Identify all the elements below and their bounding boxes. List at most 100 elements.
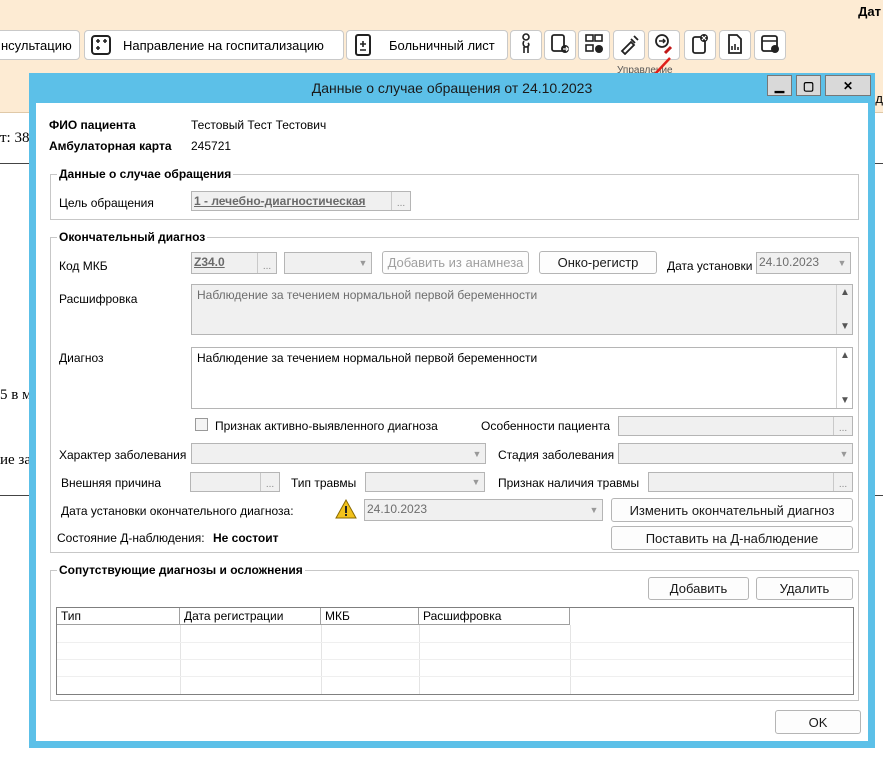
purpose-field[interactable]: 1 - лечебно-диагностическая ... (191, 191, 411, 211)
final-diagnosis-legend: Окончательный диагноз (57, 230, 208, 244)
disease-stage-label: Стадия заболевания (498, 448, 615, 462)
decode-textarea[interactable]: Наблюдение за течением нормальной первой… (191, 284, 853, 335)
install-date-label: Дата установки (667, 259, 753, 273)
mkb-extra-dropdown[interactable]: ▼ (284, 252, 372, 274)
bg-right-char: д (875, 91, 883, 106)
app-toolbar: нсультацию Направление на госпитализацию… (0, 27, 883, 77)
column-header[interactable]: Тип (57, 608, 180, 625)
card-label: Амбулаторная карта (49, 139, 172, 153)
diagnosis-textarea[interactable]: Наблюдение за течением нормальной первой… (191, 347, 853, 409)
purpose-ellipsis-icon[interactable]: ... (391, 192, 410, 210)
network-button[interactable] (578, 30, 610, 60)
decode-label: Расшифровка (59, 292, 138, 306)
dialog-title[interactable]: Данные о случае обращения от 24.10.2023 (29, 73, 875, 103)
add-from-anamnesis-button[interactable]: Добавить из анамнеза (382, 251, 529, 274)
chevron-down-icon: ▼ (472, 448, 482, 459)
injury-type-label: Тип травмы (291, 476, 357, 490)
chevron-down-icon: ▼ (839, 448, 849, 459)
hospital-referral-icon (89, 33, 113, 57)
change-final-diagnosis-button[interactable]: Изменить окончательный диагноз (611, 498, 853, 522)
diagnosis-value: Наблюдение за течением нормальной первой… (197, 351, 538, 365)
list-settings-icon (760, 33, 780, 58)
report-button[interactable] (719, 30, 751, 60)
external-cause-field[interactable]: ... (190, 472, 280, 492)
document-export-button[interactable] (544, 30, 576, 60)
column-header[interactable]: Дата регистрации (180, 608, 321, 625)
add-button[interactable]: Добавить (648, 577, 749, 600)
final-date-field[interactable]: 24.10.2023 ▼ (364, 499, 603, 521)
bg-text-3: ие за (0, 452, 32, 468)
document-cancel-icon (690, 33, 710, 58)
decode-scrollbar[interactable]: ▲ ▼ (836, 285, 852, 334)
onko-register-button[interactable]: Онко-регистр (539, 251, 657, 274)
hospitalization-button[interactable]: Направление на госпитализацию (84, 30, 344, 60)
scroll-up-icon[interactable]: ▲ (837, 350, 853, 361)
disease-character-dropdown[interactable]: ▼ (191, 443, 486, 464)
hospitalization-button-label: Направление на госпитализацию (123, 37, 324, 53)
mkb-field[interactable]: Z34.0 ... (191, 252, 277, 274)
concomitant-legend: Сопутствующие диагнозы и осложнения (57, 563, 305, 577)
d-state-value: Не состоит (213, 531, 279, 545)
column-header[interactable]: Расшифровка (419, 608, 570, 625)
active-sign-label: Признак активно-выявленного диагноза (215, 419, 438, 433)
concomitant-table[interactable]: Тип Дата регистрации МКБ Расшифровка (56, 607, 854, 695)
install-date-field[interactable]: 24.10.2023 ▼ (756, 252, 851, 274)
bg-text-2: 5 в м (0, 387, 32, 403)
chevron-down-icon: ▼ (358, 258, 368, 268)
grid-line (57, 676, 853, 677)
diagnosis-scrollbar[interactable]: ▲ ▼ (836, 348, 852, 408)
chevron-down-icon: ▼ (589, 505, 599, 515)
warning-icon (335, 498, 357, 522)
network-icon (584, 33, 604, 58)
fio-label: ФИО пациента (49, 118, 136, 132)
case-data-legend: Данные о случае обращения (57, 167, 234, 181)
scroll-down-icon[interactable]: ▼ (837, 395, 853, 406)
final-diagnosis-section: Окончательный диагноз Код МКБ Z34.0 ... … (50, 230, 859, 553)
case-dialog: Данные о случае обращения от 24.10.2023 … (29, 73, 875, 748)
scroll-down-icon[interactable]: ▼ (837, 321, 853, 332)
disease-stage-dropdown[interactable]: ▼ (618, 443, 853, 464)
active-sign-checkbox[interactable] (195, 418, 208, 431)
injury-sign-ellipsis-icon[interactable]: ... (833, 473, 852, 491)
injury-type-dropdown[interactable]: ▼ (365, 472, 485, 492)
card-value: 245721 (191, 139, 232, 153)
external-cause-ellipsis-icon[interactable]: ... (260, 473, 279, 491)
put-d-observation-button[interactable]: Поставить на Д-наблюдение (611, 526, 853, 550)
cancel-document-button[interactable] (684, 30, 716, 60)
top-right-label: Дат (858, 4, 881, 19)
patient-features-ellipsis-icon[interactable]: ... (833, 417, 852, 435)
document-arrow-icon (550, 33, 570, 58)
fio-value: Тестовый Тест Тестович (191, 118, 327, 132)
final-date-value: 24.10.2023 (367, 502, 428, 516)
decode-value: Наблюдение за течением нормальной первой… (197, 288, 538, 302)
mkb-ellipsis-icon[interactable]: ... (257, 253, 276, 273)
grid-line (57, 659, 853, 660)
scroll-up-icon[interactable]: ▲ (837, 287, 853, 298)
consultation-button[interactable]: нсультацию (0, 30, 80, 60)
sick-leave-button[interactable]: Больничный лист (346, 30, 508, 60)
chevron-down-icon: ▼ (471, 477, 481, 487)
close-button[interactable]: ✕ (825, 75, 871, 96)
sick-leave-icon (351, 33, 375, 57)
purpose-value: 1 - лечебно-диагностическая (194, 194, 366, 208)
delete-button[interactable]: Удалить (756, 577, 853, 600)
pregnancy-button[interactable] (510, 30, 542, 60)
diagnosis-label: Диагноз (59, 351, 104, 365)
mkb-label: Код МКБ (59, 259, 108, 273)
consultation-button-label: нсультацию (1, 37, 72, 53)
final-date-label: Дата установки окончательного диагноза: (61, 504, 294, 518)
concomitant-section: Сопутствующие диагнозы и осложнения Доба… (50, 563, 859, 701)
ok-button[interactable]: OK (775, 710, 861, 734)
install-date-value: 24.10.2023 (759, 255, 820, 269)
maximize-button[interactable]: ▢ (796, 75, 821, 96)
report-chart-icon (726, 33, 744, 58)
minimize-icon: ▁ (774, 78, 785, 93)
column-header[interactable]: МКБ (321, 608, 419, 625)
patient-features-field[interactable]: ... (618, 416, 853, 436)
external-cause-label: Внешняя причина (61, 476, 162, 490)
grid-line (57, 642, 853, 643)
minimize-button[interactable]: ▁ (767, 75, 792, 96)
chevron-down-icon: ▼ (837, 258, 847, 268)
injury-sign-field[interactable]: ... (648, 472, 853, 492)
settings-list-button[interactable] (754, 30, 786, 60)
